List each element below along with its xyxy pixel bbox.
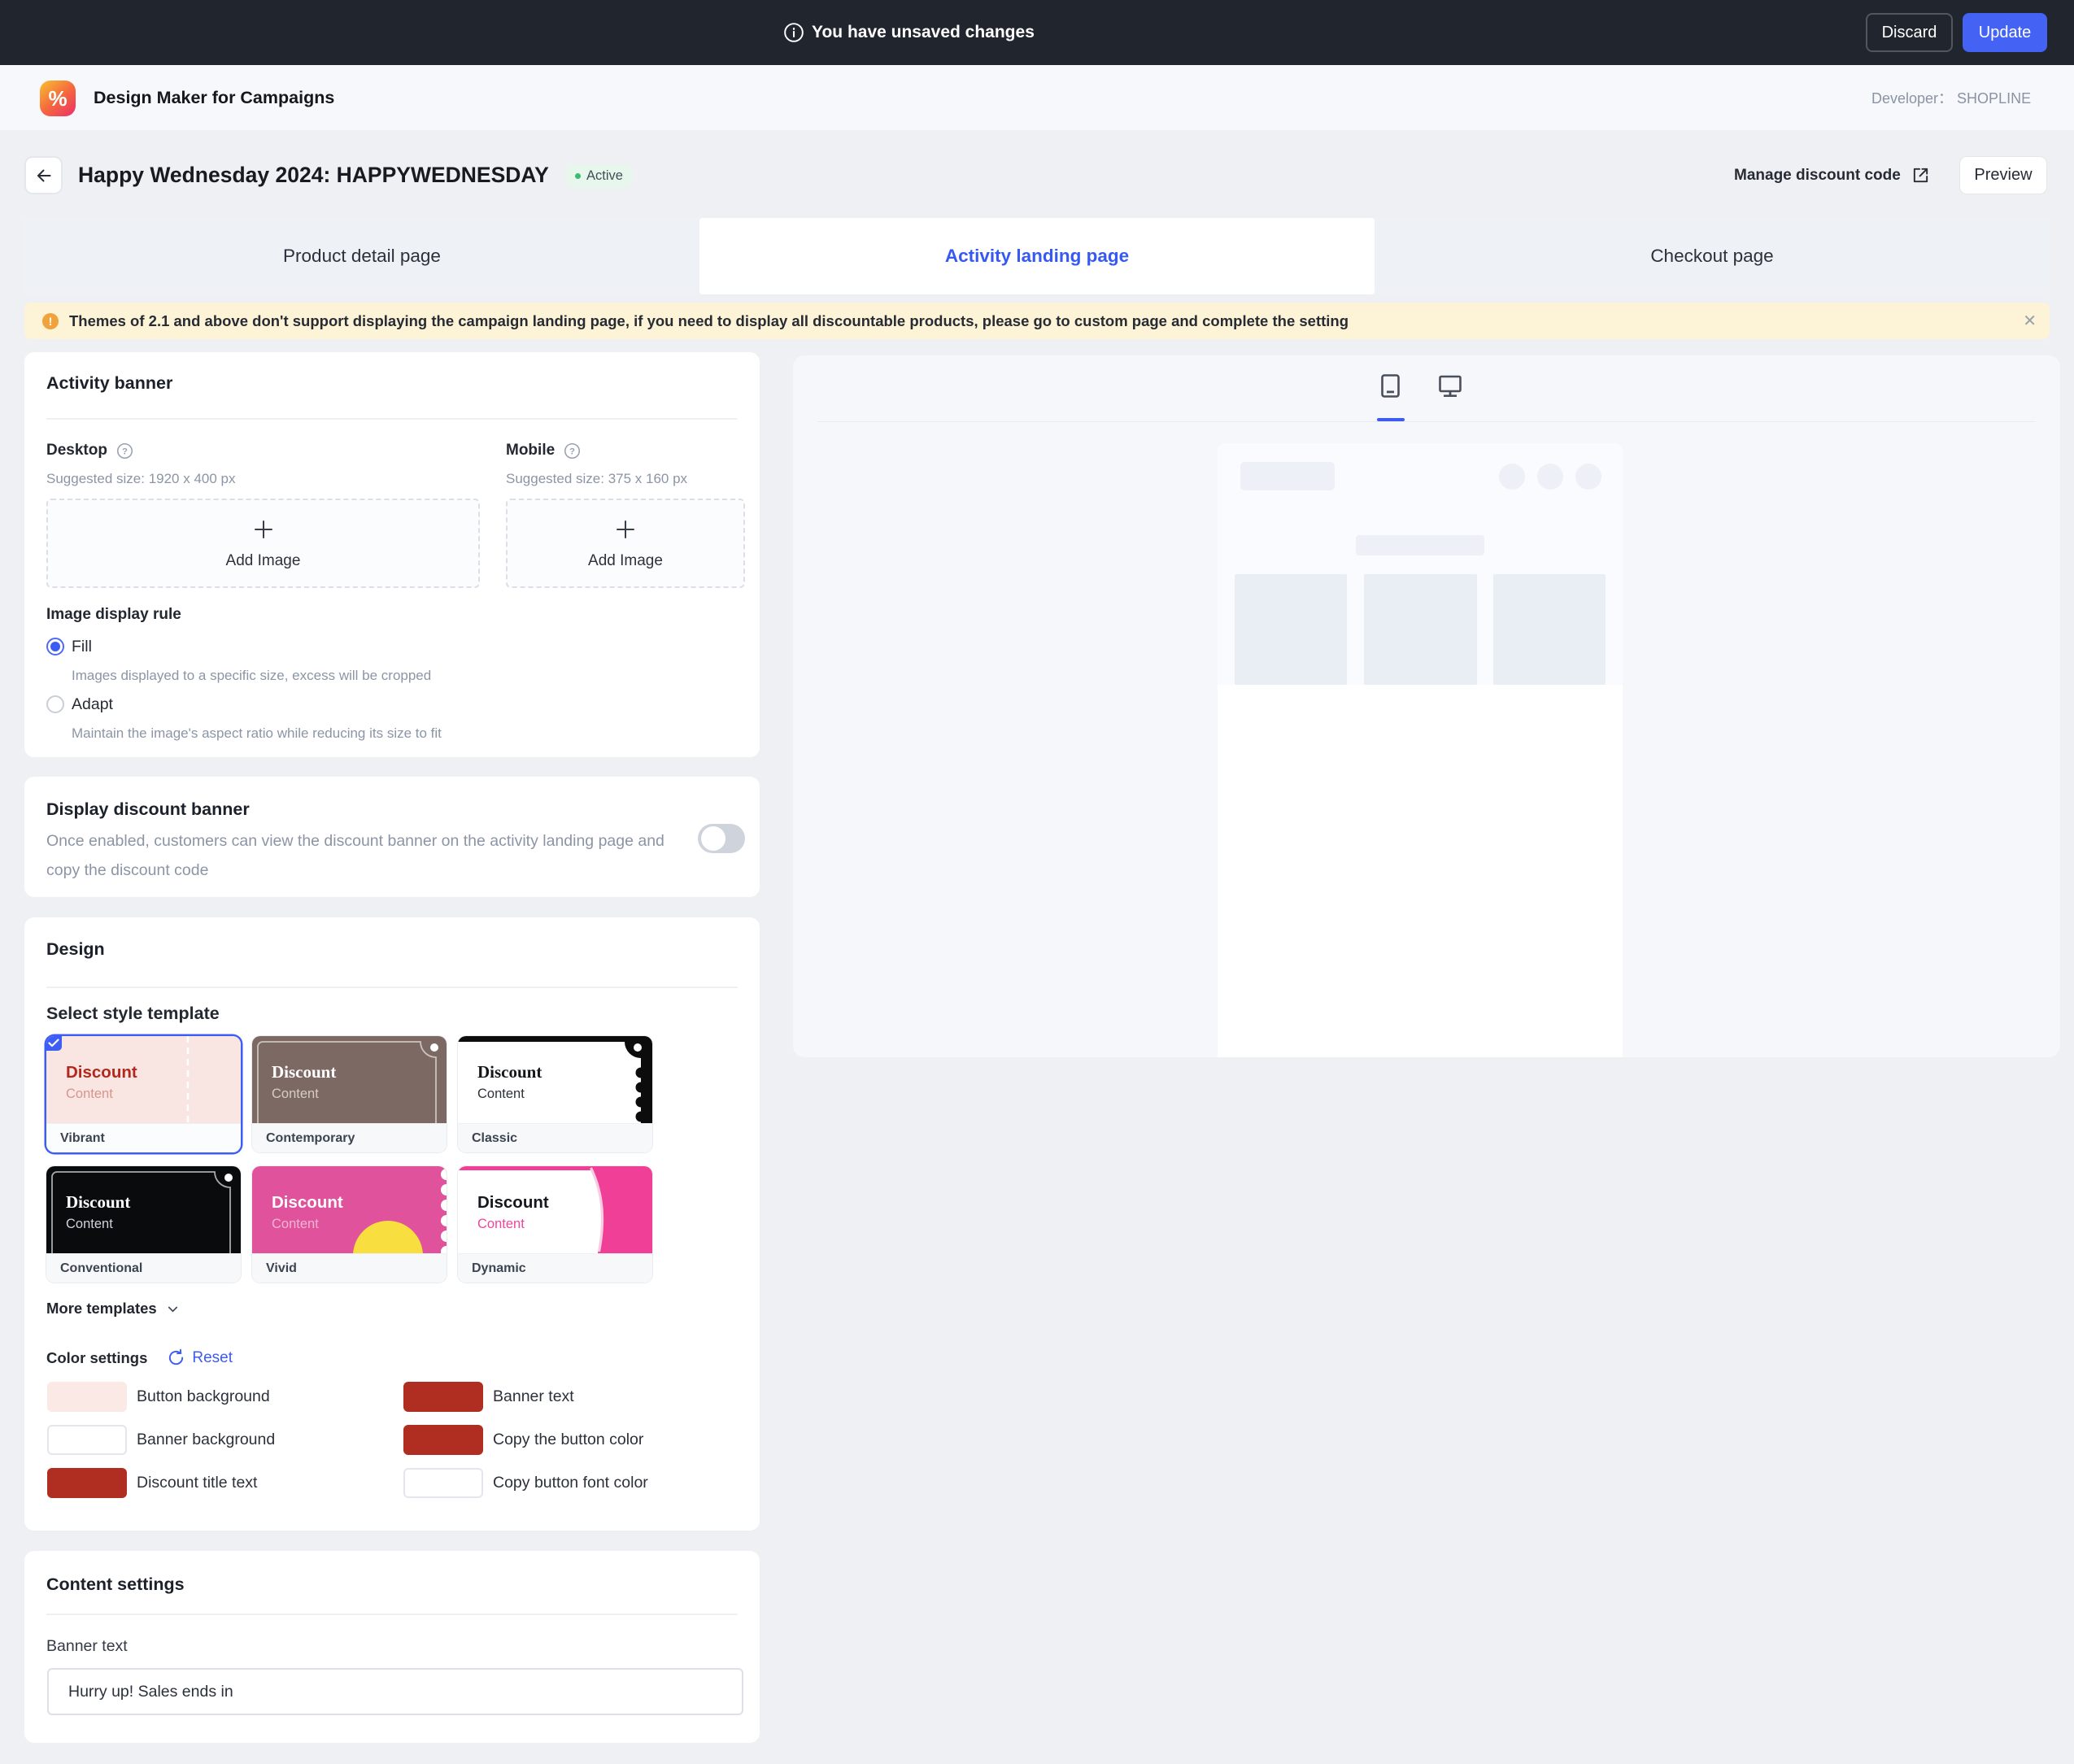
svg-text:Content: Content xyxy=(66,1217,113,1231)
svg-text:Content: Content xyxy=(272,1087,319,1101)
svg-text:Discount: Discount xyxy=(477,1062,542,1082)
svg-text:?: ? xyxy=(569,446,575,456)
svg-text:?: ? xyxy=(122,446,128,456)
svg-text:Content: Content xyxy=(66,1087,113,1101)
svg-text:Discount: Discount xyxy=(66,1063,137,1082)
svg-text:Discount: Discount xyxy=(66,1192,130,1212)
svg-text:Discount: Discount xyxy=(477,1193,549,1212)
svg-text:Content: Content xyxy=(272,1217,319,1231)
svg-text:Discount: Discount xyxy=(272,1062,336,1082)
svg-text:Content: Content xyxy=(477,1087,525,1101)
svg-text:Discount: Discount xyxy=(272,1193,343,1212)
svg-text:Content: Content xyxy=(477,1217,525,1231)
